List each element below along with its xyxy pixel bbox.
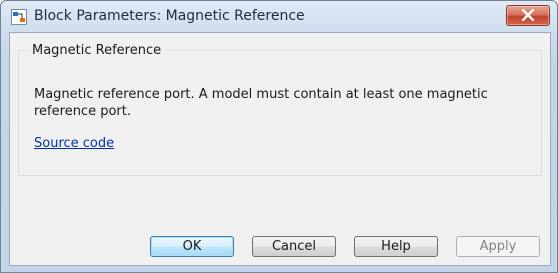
group-box-title: Magnetic Reference <box>28 43 166 58</box>
window-title: Block Parameters: Magnetic Reference <box>34 8 305 24</box>
dialog-client-area: Magnetic Reference Magnetic reference po… <box>9 32 551 266</box>
cancel-button[interactable]: Cancel <box>252 236 336 257</box>
source-code-link[interactable]: Source code <box>34 136 114 151</box>
simulink-block-icon <box>11 9 27 25</box>
close-button[interactable] <box>506 5 550 26</box>
block-parameters-dialog: Block Parameters: Magnetic Reference Mag… <box>0 0 558 273</box>
help-button[interactable]: Help <box>354 236 438 257</box>
close-icon <box>521 9 535 21</box>
title-bar[interactable]: Block Parameters: Magnetic Reference <box>1 1 557 31</box>
block-description: Magnetic reference port. A model must co… <box>34 87 488 119</box>
apply-button[interactable]: Apply <box>456 236 540 257</box>
ok-button[interactable]: OK <box>150 236 234 257</box>
